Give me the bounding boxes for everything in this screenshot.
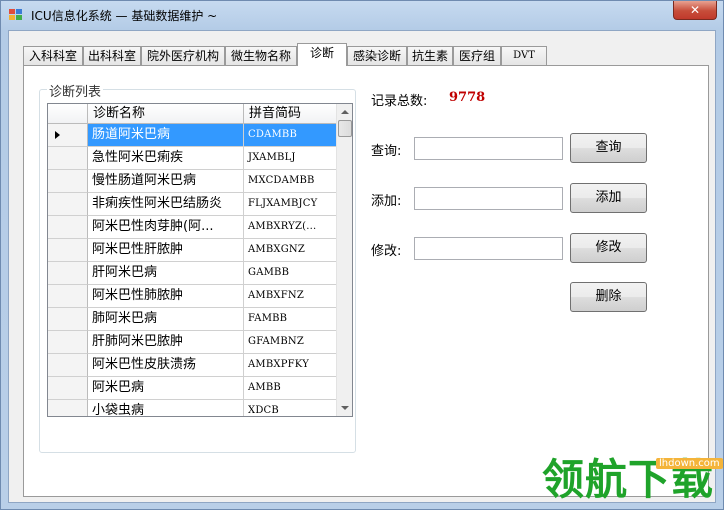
client-area: 入科科室 出科科室 院外医疗机构 微生物名称 诊断 感染诊断 抗生素 医疗组 D… — [8, 30, 716, 503]
table-row[interactable]: 肠道阿米巴病 CDAMBB — [48, 124, 338, 147]
diagnosis-name-cell[interactable]: 非痢疾性阿米巴结肠炎 — [88, 193, 244, 216]
diagnosis-name-cell[interactable]: 急性阿米巴痢疾 — [88, 147, 244, 170]
row-header[interactable] — [48, 170, 88, 193]
pinyin-code-cell[interactable]: GFAMBNZ — [244, 331, 338, 354]
pinyin-code-cell[interactable]: AMBB — [244, 377, 338, 400]
diagnosis-name-cell[interactable]: 阿米巴性皮肤溃疡 — [88, 354, 244, 377]
delete-button[interactable]: 删除 — [570, 282, 647, 312]
pinyin-code-cell[interactable]: CDAMBB — [244, 124, 338, 147]
diagnosis-tab-page: 诊断列表 诊断名称 拼音简码 肠道阿米巴病 CDAMBB 急性阿米巴痢疾 JXAMBL… — [23, 65, 709, 497]
diagnosis-grid[interactable]: 诊断名称 拼音简码 肠道阿米巴病 CDAMBB 急性阿米巴痢疾 JXAMBLJ 慢性肠道… — [47, 103, 353, 417]
table-row[interactable]: 小袋虫病 XDCB — [48, 400, 338, 416]
row-header[interactable] — [48, 124, 88, 147]
modify-button[interactable]: 修改 — [570, 233, 647, 263]
main-window: ICU信息化系统 — 基础数据维护 ~ ✕ 入科科室 出科科室 院外医疗机构 微… — [0, 0, 724, 510]
vertical-scrollbar[interactable] — [336, 104, 352, 416]
grid-header: 诊断名称 拼音简码 — [48, 104, 338, 124]
table-row[interactable]: 阿米巴性皮肤溃疡 AMBXPFKY — [48, 354, 338, 377]
row-header[interactable] — [48, 262, 88, 285]
close-button[interactable]: ✕ — [673, 1, 717, 20]
window-title: ICU信息化系统 — 基础数据维护 ~ — [31, 9, 218, 23]
diagnosis-name-cell[interactable]: 肝阿米巴病 — [88, 262, 244, 285]
table-row[interactable]: 阿米巴性肺脓肿 AMBXFNZ — [48, 285, 338, 308]
table-row[interactable]: 阿米巴性肝脓肿 AMBXGNZ — [48, 239, 338, 262]
pinyin-code-cell[interactable]: FAMBB — [244, 308, 338, 331]
pinyin-code-cell[interactable]: FLJXAMBJCY — [244, 193, 338, 216]
group-title: 诊断列表 — [47, 81, 104, 100]
tab-microorganism-names[interactable]: 微生物名称 — [225, 46, 297, 66]
row-header[interactable] — [48, 216, 88, 239]
row-header[interactable] — [48, 400, 88, 416]
modify-label: 修改: — [371, 244, 402, 259]
table-row[interactable]: 阿米巴性肉芽肿(阿... AMBXRYZ(... — [48, 216, 338, 239]
row-header[interactable] — [48, 331, 88, 354]
table-row[interactable]: 肺阿米巴病 FAMBB — [48, 308, 338, 331]
diagnosis-name-cell[interactable]: 阿米巴病 — [88, 377, 244, 400]
pinyin-code-cell[interactable]: MXCDAMBB — [244, 170, 338, 193]
diagnosis-name-cell[interactable]: 阿米巴性肝脓肿 — [88, 239, 244, 262]
row-header[interactable] — [48, 377, 88, 400]
tab-dvt[interactable]: DVT — [501, 46, 547, 66]
record-count-value: 9778 — [449, 90, 486, 105]
record-count-label: 记录总数: — [371, 94, 428, 109]
diagnosis-name-cell[interactable]: 阿米巴性肺脓肿 — [88, 285, 244, 308]
query-label: 查询: — [371, 144, 402, 159]
table-row[interactable]: 慢性肠道阿米巴病 MXCDAMBB — [48, 170, 338, 193]
tab-infection-diagnosis[interactable]: 感染诊断 — [347, 46, 407, 66]
tab-diagnosis[interactable]: 诊断 — [297, 43, 347, 66]
pinyin-code-cell[interactable]: AMBXRYZ(... — [244, 216, 338, 239]
pinyin-code-cell[interactable]: AMBXPFKY — [244, 354, 338, 377]
scroll-down-icon[interactable] — [337, 400, 352, 416]
scroll-thumb[interactable] — [338, 120, 352, 137]
query-input[interactable] — [414, 137, 563, 160]
add-label: 添加: — [371, 194, 402, 209]
row-header-corner — [48, 104, 88, 124]
row-header[interactable] — [48, 354, 88, 377]
tab-external-institutions[interactable]: 院外医疗机构 — [141, 46, 225, 66]
title-bar[interactable]: ICU信息化系统 — 基础数据维护 ~ ✕ — [1, 1, 723, 29]
table-row[interactable]: 肝阿米巴病 GAMBB — [48, 262, 338, 285]
diagnosis-name-cell[interactable]: 肠道阿米巴病 — [88, 124, 244, 147]
watermark-url: lhdown.com — [656, 458, 723, 469]
tab-discharge-dept[interactable]: 出科科室 — [83, 46, 141, 66]
modify-input[interactable] — [414, 237, 563, 260]
diagnosis-name-cell[interactable]: 慢性肠道阿米巴病 — [88, 170, 244, 193]
pinyin-code-cell[interactable]: AMBXGNZ — [244, 239, 338, 262]
pinyin-code-cell[interactable]: GAMBB — [244, 262, 338, 285]
tab-antibiotics[interactable]: 抗生素 — [407, 46, 453, 66]
diagnosis-name-cell[interactable]: 肝肺阿米巴脓肿 — [88, 331, 244, 354]
table-row[interactable]: 急性阿米巴痢疾 JXAMBLJ — [48, 147, 338, 170]
diagnosis-name-cell[interactable]: 肺阿米巴病 — [88, 308, 244, 331]
add-button[interactable]: 添加 — [570, 183, 647, 213]
tab-admission-dept[interactable]: 入科科室 — [23, 46, 83, 66]
scroll-up-icon[interactable] — [337, 104, 352, 120]
row-header[interactable] — [48, 193, 88, 216]
table-row[interactable]: 非痢疾性阿米巴结肠炎 FLJXAMBJCY — [48, 193, 338, 216]
row-header[interactable] — [48, 147, 88, 170]
query-button[interactable]: 查询 — [570, 133, 647, 163]
column-header-name[interactable]: 诊断名称 — [88, 104, 244, 124]
row-header[interactable] — [48, 239, 88, 262]
column-header-pinyin[interactable]: 拼音简码 — [244, 104, 338, 124]
tab-medical-team[interactable]: 医疗组 — [453, 46, 501, 66]
add-input[interactable] — [414, 187, 563, 210]
app-icon — [9, 9, 23, 21]
pinyin-code-cell[interactable]: JXAMBLJ — [244, 147, 338, 170]
diagnosis-name-cell[interactable]: 阿米巴性肉芽肿(阿... — [88, 216, 244, 239]
diagnosis-name-cell[interactable]: 小袋虫病 — [88, 400, 244, 416]
pinyin-code-cell[interactable]: XDCB — [244, 400, 338, 416]
current-row-icon — [55, 131, 60, 139]
table-row[interactable]: 肝肺阿米巴脓肿 GFAMBNZ — [48, 331, 338, 354]
row-header[interactable] — [48, 308, 88, 331]
table-row[interactable]: 阿米巴病 AMBB — [48, 377, 338, 400]
pinyin-code-cell[interactable]: AMBXFNZ — [244, 285, 338, 308]
row-header[interactable] — [48, 285, 88, 308]
